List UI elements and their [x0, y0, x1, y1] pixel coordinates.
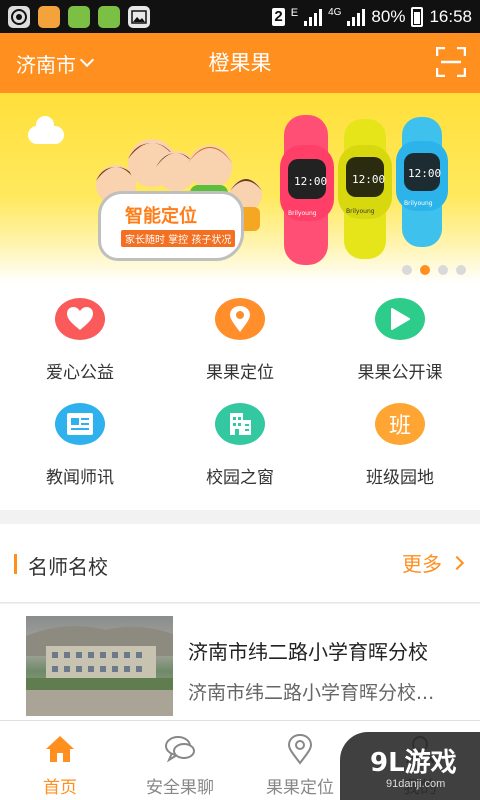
menu-item-teacher-news[interactable]: 教闻师讯	[0, 388, 160, 488]
menu-icon-circle	[55, 298, 105, 340]
carousel-dot[interactable]	[456, 265, 466, 275]
location-pin-icon	[230, 306, 250, 332]
menu-item-charity[interactable]: 爱心公益	[0, 283, 160, 383]
image-notification-icon	[128, 5, 150, 28]
menu-item-open-class[interactable]: 果果公开课	[320, 283, 480, 383]
watch-brand-3: Brilyoung	[404, 200, 433, 207]
battery-icon	[411, 6, 424, 27]
feature-grid: 爱心公益 果果定位 果果公开课 教闻师讯 校园之窗 班 班级园地	[0, 283, 480, 510]
carousel-dot[interactable]	[402, 265, 412, 275]
watch-time-2: 12:00	[352, 173, 385, 186]
watch-time-1: 12:00	[294, 175, 327, 188]
menu-item-campus[interactable]: 校园之窗	[160, 388, 320, 488]
menu-label: 校园之窗	[206, 468, 274, 488]
section-title: 名师名校	[28, 555, 108, 579]
banner-title: 智能定位	[125, 206, 197, 227]
section-accent-bar	[14, 554, 17, 574]
tab-label: 安全果聊	[146, 778, 214, 798]
building-icon	[230, 413, 251, 435]
game-notification-icon-2	[98, 5, 120, 28]
class-icon: 班	[388, 414, 411, 439]
network-type: E	[290, 6, 299, 19]
site-watermark: 9L游戏 91danji.com	[340, 732, 480, 800]
carousel-dot[interactable]	[438, 265, 448, 275]
school-name: 济南市纬二路小学育晖分校	[188, 640, 428, 664]
play-icon	[391, 308, 410, 330]
menu-label: 班级园地	[366, 468, 434, 488]
notification-icons	[8, 5, 150, 28]
chevron-down-icon	[79, 52, 95, 68]
system-status: 2 E 4G 80% 16:58	[272, 6, 472, 27]
sync-icon	[8, 5, 30, 28]
tab-label: 果果定位	[266, 778, 334, 798]
menu-icon-circle	[215, 403, 265, 445]
tab-label: 首页	[43, 778, 77, 798]
menu-icon-circle	[215, 298, 265, 340]
battery-percent: 80%	[371, 6, 406, 26]
section-header: 名师名校 更多	[0, 524, 480, 603]
tab-chat[interactable]: 安全果聊	[120, 721, 240, 800]
app-header: 济南市 橙果果	[0, 33, 480, 93]
home-icon	[46, 736, 74, 762]
menu-icon-circle: 班	[375, 403, 425, 445]
watermark-main: 9L游戏	[370, 748, 457, 778]
smartwatch-illustration: 12:00 12:00 12:00 Brilyoung Brilyoung Br…	[280, 115, 448, 265]
sim-badge: 2	[272, 7, 285, 26]
menu-label: 教闻师讯	[46, 468, 114, 488]
watch-brand-1: Brilyoung	[288, 210, 317, 217]
game-notification-icon	[68, 5, 90, 28]
heart-icon	[67, 307, 93, 330]
menu-label: 爱心公益	[46, 363, 114, 383]
city-label: 济南市	[16, 52, 76, 77]
school-photo	[26, 616, 173, 716]
network-type-2: 4G	[328, 6, 342, 18]
promo-banner[interactable]: 智能定位 家长随时 掌控 孩子状况 12:00 12:00 12:00 Bril…	[0, 93, 480, 283]
chat-icon	[165, 736, 195, 763]
banner-subtitle: 家长随时 掌控 孩子状况	[121, 230, 236, 247]
tab-home[interactable]: 首页	[0, 721, 120, 800]
watch-time-3: 12:00	[408, 167, 441, 180]
feature-bubble: 智能定位 家长随时 掌控 孩子状况	[98, 191, 244, 261]
city-selector[interactable]: 济南市	[16, 33, 95, 93]
watch-brand-2: Brilyoung	[346, 208, 375, 215]
menu-label: 果果公开课	[357, 363, 443, 383]
menu-icon-circle	[375, 298, 425, 340]
clock: 16:58	[429, 6, 472, 26]
more-label: 更多	[402, 552, 442, 576]
cloud-icon	[28, 116, 64, 144]
carousel-dot[interactable]	[420, 265, 430, 275]
watermark-sub: 91danji.com	[386, 778, 446, 790]
location-pin-icon	[287, 733, 313, 765]
menu-item-class-garden[interactable]: 班 班级园地	[320, 388, 480, 488]
chevron-right-icon	[449, 555, 465, 570]
signal-icon-2	[347, 8, 366, 26]
menu-item-location[interactable]: 果果定位	[160, 283, 320, 383]
signal-icon	[304, 8, 323, 26]
school-description: 济南市纬二路小学育晖分校...	[188, 682, 435, 704]
menu-label: 果果定位	[206, 363, 274, 383]
scan-icon[interactable]	[436, 47, 466, 77]
app-notification-icon	[38, 5, 60, 28]
carousel-indicator[interactable]	[402, 265, 466, 275]
status-bar: 2 E 4G 80% 16:58	[0, 0, 480, 33]
list-item[interactable]: 济南市纬二路小学育晖分校 济南市纬二路小学育晖分校...	[0, 604, 480, 720]
menu-icon-circle	[55, 403, 105, 445]
more-link[interactable]: 更多	[402, 548, 465, 577]
news-icon	[67, 413, 93, 435]
